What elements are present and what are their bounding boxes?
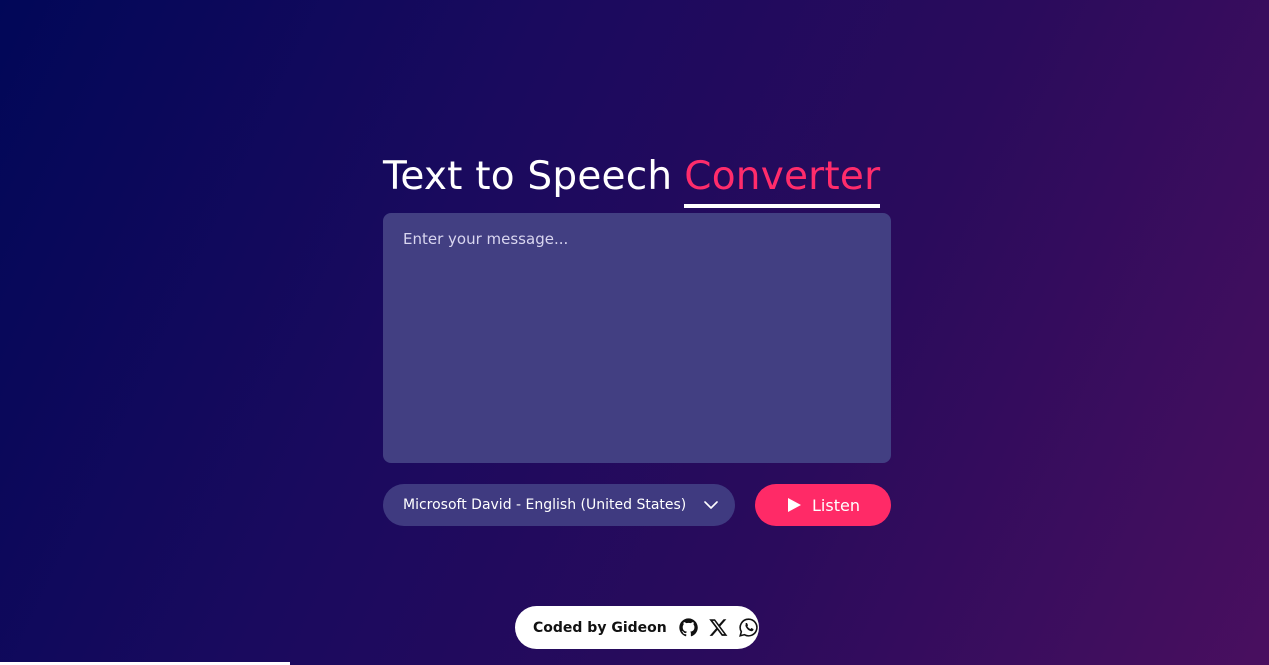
message-box xyxy=(383,213,891,463)
title-accent: Converter xyxy=(684,156,881,209)
page: Text to Speech Converter Microsoft David… xyxy=(0,0,1269,665)
title-main: Text to Speech xyxy=(383,154,673,200)
credit-text: Coded by Gideon xyxy=(533,619,667,636)
voice-select-value: Microsoft David - English (United States… xyxy=(403,497,687,513)
github-icon[interactable] xyxy=(678,617,699,638)
footer-credit-pill: Coded by Gideon xyxy=(515,606,759,649)
x-icon[interactable] xyxy=(708,617,729,638)
page-title: Text to Speech Converter xyxy=(383,154,881,209)
listen-button-label: Listen xyxy=(812,495,860,515)
chevron-down-icon xyxy=(704,501,718,509)
listen-button[interactable]: Listen xyxy=(755,484,891,526)
message-input[interactable] xyxy=(383,213,891,463)
play-icon xyxy=(788,498,802,512)
whatsapp-icon[interactable] xyxy=(738,617,759,638)
voice-select[interactable]: Microsoft David - English (United States… xyxy=(383,484,735,526)
